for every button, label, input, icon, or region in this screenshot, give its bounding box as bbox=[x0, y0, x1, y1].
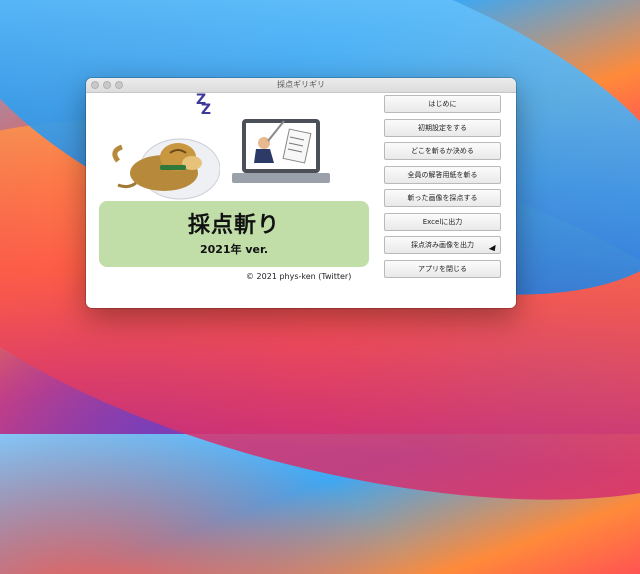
crop-all-sheets-button[interactable]: 全員の解答用紙を斬る bbox=[384, 165, 501, 184]
app-banner: 採点斬り 2021年 ver. bbox=[99, 201, 369, 267]
laptop-samurai-icon bbox=[232, 119, 330, 183]
export-graded-images-button[interactable]: 採点済み画像を出力 bbox=[384, 236, 501, 254]
app-window: 採点ギリギリ Z Z 採点斬り 2021年 ver. © 2021 phys-k… bbox=[86, 78, 516, 308]
menu-button-list: はじめに 初期設定をする どこを斬るか決める 全員の解答用紙を斬る 斬った画像を… bbox=[384, 95, 501, 283]
choose-crop-area-button[interactable]: どこを斬るか決める bbox=[384, 142, 501, 160]
intro-button[interactable]: はじめに bbox=[384, 95, 501, 113]
main-content: Z Z 採点斬り 2021年 ver. © 2021 phys-ken (Twi… bbox=[86, 93, 516, 308]
initial-settings-button[interactable]: 初期設定をする bbox=[384, 118, 501, 137]
close-app-button[interactable]: アプリを閉じる bbox=[384, 259, 501, 278]
app-version: 2021年 ver. bbox=[199, 243, 269, 256]
credit-text: © 2021 phys-ken (Twitter) bbox=[246, 272, 352, 281]
export-excel-button[interactable]: Excelに出力 bbox=[384, 212, 501, 231]
title-bar[interactable]: 採点ギリギリ bbox=[86, 78, 516, 93]
window-title: 採点ギリギリ bbox=[277, 80, 325, 89]
app-title: 採点斬り bbox=[187, 213, 280, 238]
sleep-zzz-icon: Z Z bbox=[196, 92, 212, 118]
grade-cropped-images-button[interactable]: 斬った画像を採点する bbox=[384, 189, 501, 207]
sleeping-dog-icon bbox=[112, 138, 220, 200]
